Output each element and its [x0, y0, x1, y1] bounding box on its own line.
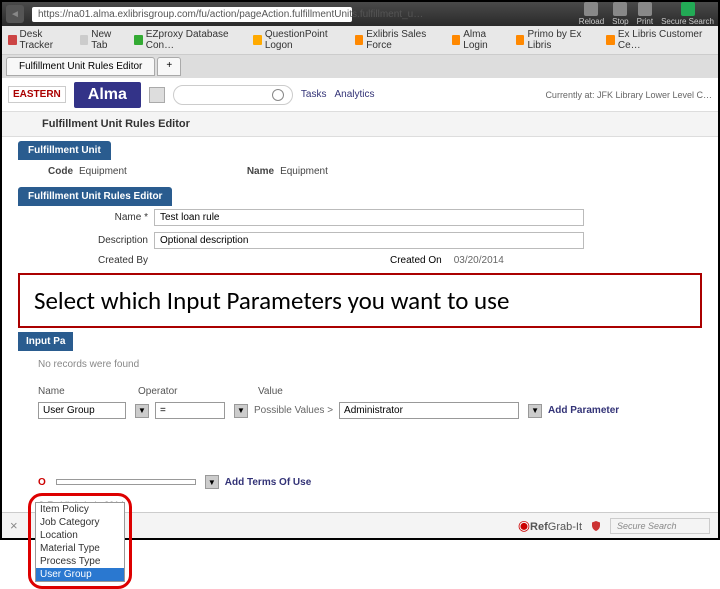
rule-desc-input[interactable] [154, 232, 584, 249]
search-icon [272, 89, 284, 101]
operator-dropdown[interactable]: = [155, 402, 225, 419]
alma-logo[interactable]: Alma [74, 82, 141, 108]
possible-values-label: Possible Values > [254, 405, 333, 416]
desc-label: Description [38, 235, 148, 246]
analytics-link[interactable]: Analytics [334, 89, 374, 100]
secure-search-box[interactable]: Secure Search [610, 518, 710, 534]
no-records-msg: No records were found [18, 351, 702, 378]
param-column-headers: Name Operator Value [18, 384, 702, 399]
url-bar[interactable]: https://na01.alma.exlibrisgroup.com/fu/a… [32, 7, 352, 22]
dropdown-option[interactable]: Location [36, 529, 124, 542]
page-title: Fulfillment Unit Rules Editor [2, 112, 718, 137]
output-row: O ▼ Add Terms Of Use [18, 472, 702, 492]
chevron-down-icon[interactable]: ▼ [135, 404, 149, 418]
bookmark-item[interactable]: Primo by Ex Libris [516, 29, 596, 51]
global-search[interactable] [173, 85, 293, 105]
output-dropdown[interactable] [56, 479, 196, 485]
print-button[interactable]: Print [637, 2, 653, 26]
clipboard-icon[interactable] [149, 87, 165, 103]
refgrab-it[interactable]: ◉RefGrab-It [518, 517, 582, 534]
name-dropdown[interactable]: User Group [38, 402, 126, 419]
bookmark-item[interactable]: Desk Tracker [8, 29, 70, 51]
close-icon[interactable]: × [10, 518, 18, 533]
back-button[interactable]: ◄ [6, 5, 24, 23]
dropdown-option[interactable]: Material Type [36, 542, 124, 555]
location-indicator[interactable]: Currently at: JFK Library Lower Level C… [545, 90, 712, 100]
chevron-down-icon[interactable]: ▼ [205, 475, 219, 489]
fulfillment-unit-badge[interactable]: Fulfillment Unit [18, 141, 111, 160]
bookmark-item[interactable]: EZproxy Database Con… [134, 29, 243, 51]
tab-bar: Fulfillment Unit Rules Editor + [2, 55, 718, 78]
tab-active[interactable]: Fulfillment Unit Rules Editor [6, 57, 155, 76]
tasks-link[interactable]: Tasks [301, 89, 327, 100]
name-dropdown-list: Item Policy Job Category Location Materi… [35, 502, 125, 582]
app-header: EASTERN Alma Tasks Analytics Currently a… [2, 78, 718, 112]
add-parameter-link[interactable]: Add Parameter [548, 405, 619, 416]
dropdown-option[interactable]: Process Type [36, 555, 124, 568]
created-on-label: Created On [390, 255, 442, 266]
chevron-down-icon[interactable]: ▼ [528, 404, 542, 418]
secure-search-button[interactable]: Secure Search [661, 2, 714, 26]
rule-name-input[interactable] [154, 209, 584, 226]
rules-editor-badge[interactable]: Fulfillment Unit Rules Editor [18, 187, 172, 206]
eastern-logo: EASTERN [8, 86, 66, 103]
unit-info-row: CodeEquipment NameEquipment [18, 160, 702, 183]
dropdown-option[interactable]: Item Policy [36, 503, 124, 516]
stop-button[interactable]: Stop [612, 2, 628, 26]
name-dropdown-open-highlight: Item Policy Job Category Location Materi… [28, 493, 132, 589]
dropdown-option[interactable]: Job Category [36, 516, 124, 529]
parameter-row: User Group ▼ = ▼ Possible Values > Admin… [18, 399, 702, 422]
bookmark-item[interactable]: Alma Login [452, 29, 506, 51]
input-parameters-badge[interactable]: Input Pa [18, 332, 73, 351]
bookmarks-bar: Desk Tracker New Tab EZproxy Database Co… [2, 26, 718, 55]
created-on-value: 03/20/2014 [454, 255, 504, 266]
dropdown-option-selected[interactable]: User Group [36, 568, 124, 581]
created-by-label: Created By [38, 255, 148, 266]
bookmark-item[interactable]: QuestionPoint Logon [253, 29, 344, 51]
instruction-callout: Select which Input Parameters you want t… [18, 273, 702, 328]
reload-button[interactable]: Reload [579, 2, 604, 26]
chevron-down-icon[interactable]: ▼ [234, 404, 248, 418]
bookmark-item[interactable]: Ex Libris Customer Ce… [606, 29, 712, 51]
tab-add[interactable]: + [157, 57, 181, 76]
add-terms-link[interactable]: Add Terms Of Use [225, 477, 312, 488]
bookmark-item[interactable]: New Tab [80, 29, 124, 51]
shield-icon [590, 520, 602, 532]
browser-toolbar: ◄ https://na01.alma.exlibrisgroup.com/fu… [2, 2, 718, 26]
name-label: Name * [38, 212, 148, 223]
value-dropdown[interactable]: Administrator [339, 402, 519, 419]
bookmark-item[interactable]: Exlibris Sales Force [355, 29, 442, 51]
